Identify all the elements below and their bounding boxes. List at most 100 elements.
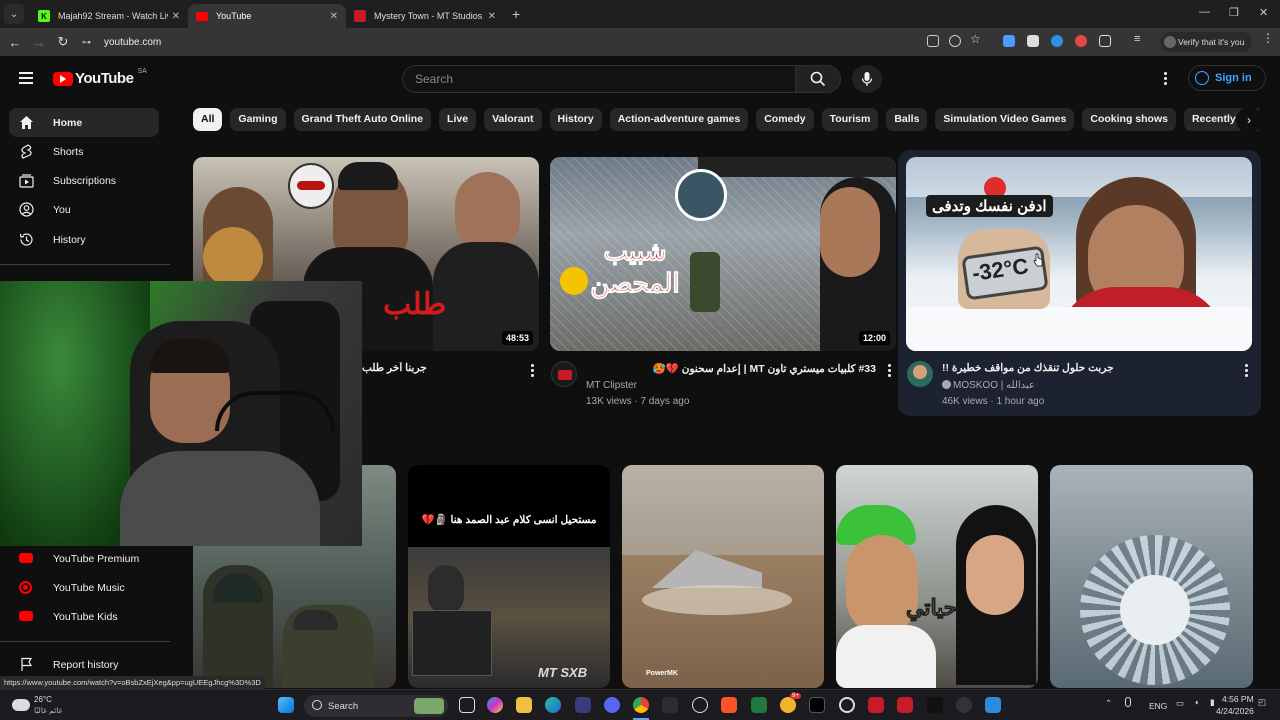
reload-icon[interactable]: ↻: [51, 34, 75, 50]
extension-icon[interactable]: [1051, 35, 1063, 47]
extensions-puzzle-icon[interactable]: [1099, 35, 1111, 47]
voice-search-button[interactable]: [852, 65, 882, 93]
obs-icon[interactable]: [956, 697, 972, 713]
forward-icon[interactable]: →: [27, 35, 51, 50]
zoom-icon[interactable]: [949, 35, 961, 47]
browser-tab[interactable]: Mystery Town - MT Studios | M ✕: [346, 4, 504, 28]
search-button[interactable]: [795, 65, 841, 93]
sidebar-item-youtube-premium[interactable]: YouTube Premium: [9, 544, 159, 573]
install-app-icon[interactable]: [927, 35, 939, 47]
video-thumbnail[interactable]: شبيب المحصن 12:00: [550, 157, 896, 351]
close-icon[interactable]: ✕: [330, 11, 338, 22]
bookmark-star-icon[interactable]: ☆: [970, 32, 982, 46]
filter-chip[interactable]: Action-adventure games: [609, 108, 749, 131]
search-input[interactable]: [402, 65, 796, 93]
task-view-icon[interactable]: [459, 697, 475, 713]
filter-chip[interactable]: Grand Theft Auto Online: [293, 108, 432, 131]
microphone-icon[interactable]: [1125, 697, 1131, 707]
video-title[interactable]: جربنا آخر طلب: [362, 362, 524, 374]
video-options-button[interactable]: [1242, 363, 1250, 377]
clock-time[interactable]: 4:56 PM: [1222, 694, 1254, 704]
capcut-icon[interactable]: [927, 697, 943, 713]
sidebar-item-youtube-music[interactable]: YouTube Music: [9, 573, 159, 602]
app-icon[interactable]: [692, 697, 708, 713]
sidebar-item-shorts[interactable]: Shorts: [9, 137, 159, 166]
verify-identity-button[interactable]: Verify that it's you: [1160, 32, 1253, 52]
network-icon[interactable]: ▭: [1176, 698, 1184, 709]
app-icon[interactable]: [839, 697, 855, 713]
address-bar[interactable]: ⊶ youtube.com: [82, 31, 992, 53]
sidebar-item-report-history[interactable]: Report history: [9, 650, 159, 679]
extension-icon[interactable]: [1027, 35, 1039, 47]
chip-all[interactable]: All: [193, 108, 223, 131]
file-explorer-icon[interactable]: [516, 697, 532, 713]
clock-date[interactable]: 4/24/2026: [1216, 706, 1254, 716]
youtube-logo[interactable]: YouTube SA: [53, 68, 147, 87]
short-thumbnail[interactable]: مستحيل انسى كلام عبد الصمد هنا 🗿💔 MT SXB: [408, 465, 610, 688]
tab-search-button[interactable]: ⌄: [4, 4, 24, 24]
video-options-button[interactable]: [885, 363, 893, 377]
app-icon[interactable]: [662, 697, 678, 713]
reading-list-icon[interactable]: ≡: [1134, 33, 1146, 45]
chevron-up-icon[interactable]: ⌃: [1105, 698, 1112, 709]
site-info-icon[interactable]: ⊶: [82, 37, 96, 48]
app-icon[interactable]: [868, 697, 884, 713]
filter-chip[interactable]: Gaming: [230, 108, 286, 131]
copilot-icon[interactable]: [487, 697, 503, 713]
notification-app-icon[interactable]: [780, 697, 796, 713]
video-title[interactable]: #33 كلبيات ميستري تاون MT | إعدام سحنون …: [586, 362, 876, 375]
channel-avatar[interactable]: [551, 361, 577, 387]
filter-chip[interactable]: Live: [439, 108, 477, 131]
sidebar-item-subscriptions[interactable]: Subscriptions: [9, 166, 159, 195]
sidebar-item-you[interactable]: You: [9, 195, 159, 224]
volume-icon[interactable]: ◖: [1194, 697, 1199, 707]
browser-tab[interactable]: K Majah92 Stream - Watch Live o ✕: [30, 4, 188, 28]
notifications-icon[interactable]: ◰: [1258, 697, 1266, 708]
language-indicator[interactable]: ENG: [1149, 701, 1167, 711]
filter-chip[interactable]: Valorant: [484, 108, 542, 131]
back-icon[interactable]: ←: [3, 35, 27, 50]
video-thumbnail[interactable]: -32°C ادفن نفسك وتدفى: [906, 157, 1252, 351]
close-icon[interactable]: ✕: [488, 11, 496, 22]
chrome-icon[interactable]: [633, 697, 649, 713]
tiktok-icon[interactable]: [809, 697, 825, 713]
channel-avatar[interactable]: [907, 361, 933, 387]
browser-menu-icon[interactable]: ⋮: [1262, 31, 1274, 45]
sidebar-item-home[interactable]: Home: [9, 108, 159, 137]
channel-name[interactable]: MT Clipster: [586, 380, 637, 391]
sidebar-item-youtube-kids[interactable]: YouTube Kids: [9, 602, 159, 631]
filter-chip[interactable]: Cooking shows: [1082, 108, 1176, 131]
menu-icon[interactable]: [19, 72, 33, 84]
restore-icon[interactable]: ❐: [1229, 6, 1239, 19]
video-title[interactable]: جربت حلول تنقذك من مواقف خطيرة !!: [942, 362, 1232, 374]
discord-icon[interactable]: [604, 697, 620, 713]
chevron-right-icon[interactable]: ›: [1236, 107, 1262, 133]
windows-start-icon[interactable]: [278, 697, 294, 713]
filter-chip[interactable]: History: [549, 108, 602, 131]
app-icon[interactable]: [897, 697, 913, 713]
settings-more-button[interactable]: [1158, 69, 1172, 87]
extension-icon[interactable]: [1075, 35, 1087, 47]
filter-chip[interactable]: Comedy: [756, 108, 814, 131]
short-thumbnail[interactable]: حياتي: [836, 465, 1038, 688]
filter-chip[interactable]: Tourism: [821, 108, 879, 131]
taskbar-search-box[interactable]: Search: [304, 695, 448, 717]
sidebar-item-history[interactable]: History: [9, 225, 159, 254]
channel-name-row[interactable]: MOSKOO | عبدالله: [942, 380, 1035, 391]
browser-tab-active[interactable]: YouTube ✕: [188, 4, 346, 28]
close-icon[interactable]: ✕: [172, 11, 180, 22]
video-options-button[interactable]: [528, 363, 536, 377]
filter-chip[interactable]: Balls: [886, 108, 928, 131]
new-tab-button[interactable]: +: [512, 6, 520, 22]
edge-icon[interactable]: [545, 697, 561, 713]
short-thumbnail[interactable]: PowerMK: [622, 465, 824, 688]
extension-icon[interactable]: [1003, 35, 1015, 47]
battery-icon[interactable]: ▮: [1210, 697, 1215, 708]
app-icon[interactable]: [751, 697, 767, 713]
filter-chip[interactable]: Simulation Video Games: [935, 108, 1075, 131]
store-icon[interactable]: [575, 697, 591, 713]
short-thumbnail[interactable]: [1050, 465, 1253, 688]
minimize-icon[interactable]: —: [1199, 6, 1210, 18]
app-icon[interactable]: [985, 697, 1001, 713]
sign-in-button[interactable]: Sign in: [1188, 65, 1266, 91]
